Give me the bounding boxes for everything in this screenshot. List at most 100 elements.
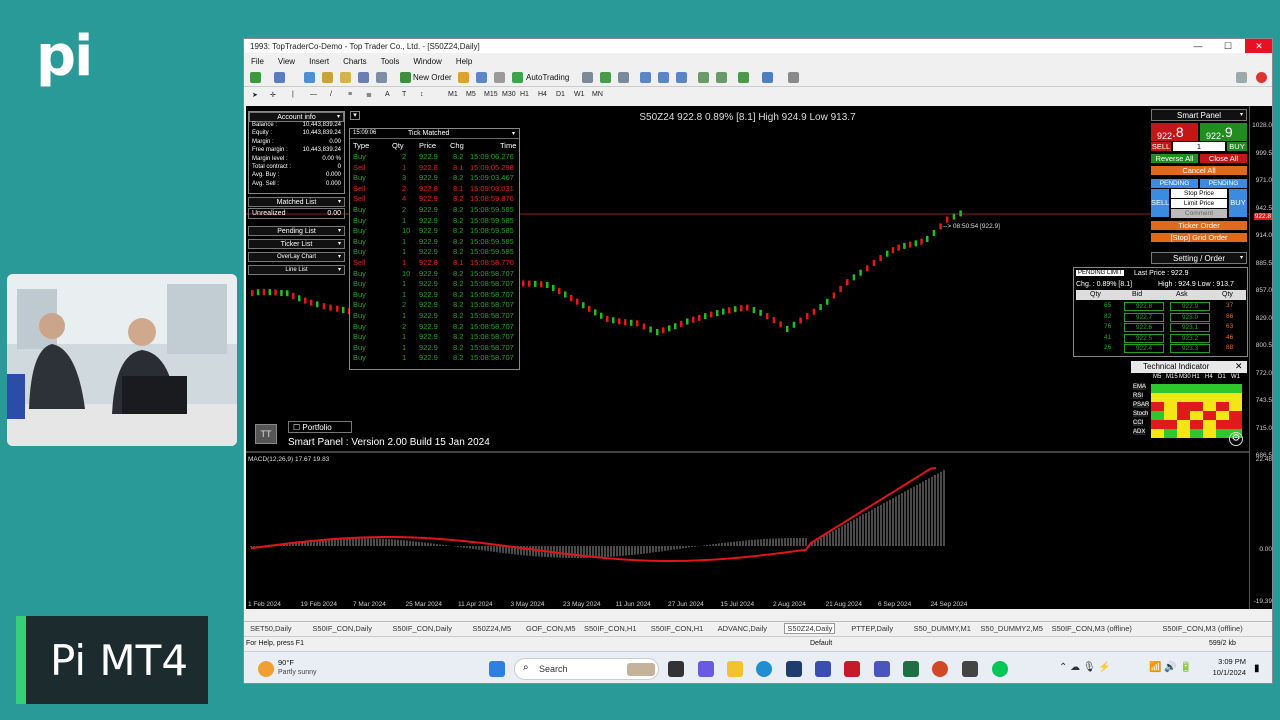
store-icon[interactable] [786,661,802,677]
chart-tab[interactable]: ADVANC,Daily [718,624,767,633]
powerpoint-icon[interactable] [932,661,948,677]
pending-buy-button[interactable]: PENDING [1200,179,1247,188]
notification-icon[interactable] [1256,72,1267,83]
maximize-button[interactable]: ☐ [1214,39,1242,53]
chart-tab[interactable]: S50Z24,M5 [472,624,511,633]
comment-input[interactable]: Comment [1171,209,1227,218]
fibonacci-icon[interactable]: ≣ [366,91,372,99]
gear-icon[interactable]: ⚙ [1229,432,1243,446]
pending-sell-button[interactable]: PENDING [1151,179,1198,188]
ask-price[interactable]: 923.1 [1170,323,1210,332]
notification-bell-icon[interactable]: ▮ [1254,663,1260,674]
auto-scroll-icon[interactable] [716,72,727,83]
channel-icon[interactable]: ≡ [348,91,352,98]
setting-order-dropdown[interactable]: Setting / Order [1151,252,1247,264]
chart-tab[interactable]: S50IF_CON,M3 (offline) [1162,624,1242,633]
signals-icon[interactable] [476,72,487,83]
panel-toggle-button[interactable]: ▾ [350,111,360,120]
chart-tab[interactable]: S50IF_CON,Daily [392,624,452,633]
bid-price[interactable]: 922.4 [1124,344,1164,353]
line-app-icon[interactable] [992,661,1008,677]
ask-price[interactable]: 923.3 [1170,344,1210,353]
timeframe-mn[interactable]: MN [592,91,603,98]
pending-sell-side[interactable]: SELL [1151,189,1169,217]
copilot-icon[interactable] [698,661,714,677]
quantity-input[interactable]: 1 [1173,142,1225,151]
price-chart[interactable]: 1 Feb 2024 19 Feb 2024 7 Mar 2024 25 Mar 20… [246,106,1249,609]
indicators-icon[interactable] [738,72,749,83]
bid-price[interactable]: 922.5 [1124,333,1164,343]
periods-icon[interactable] [762,72,773,83]
reverse-all-button[interactable]: Reverse All [1151,154,1198,163]
task-view-icon[interactable] [668,661,684,677]
portfolio-button[interactable]: ☐ Portfolio [288,421,352,433]
network-volume-icons[interactable]: 📶 🔊 🔋 [1149,662,1192,673]
cursor-icon[interactable]: ➤ [252,91,258,99]
new-chart-icon[interactable] [250,72,261,83]
timeframe-m15[interactable]: M15 [484,91,498,98]
pending-buy-side[interactable]: BUY [1229,189,1247,217]
chart-tab[interactable]: S50IF_CON,H1 [584,624,637,633]
menu-help[interactable]: Help [449,54,479,66]
menu-file[interactable]: File [244,54,271,66]
timeframe-m1[interactable]: M1 [448,91,458,98]
text-label-icon[interactable]: T [402,91,406,98]
stop-price-input[interactable]: Stop Price [1171,189,1227,198]
menu-insert[interactable]: Insert [302,54,336,66]
ask-price[interactable]: 923.0 [1170,312,1210,322]
excel-icon[interactable] [903,661,919,677]
timeframe-w1[interactable]: W1 [574,91,585,98]
autotrading-icon[interactable] [512,72,523,83]
bar-chart-icon[interactable] [582,72,593,83]
mt4-icon[interactable] [962,661,978,677]
pending-limit-badge[interactable]: PENDING LIMIT [1076,270,1125,276]
chart-tab[interactable]: S50_DUMMY,M1 [914,624,971,633]
timeframe-d1[interactable]: D1 [556,91,565,98]
timeframe-m30[interactable]: M30 [502,91,516,98]
buy-button[interactable]: BUY [1227,142,1247,151]
zoom-out-icon[interactable] [658,72,669,83]
menu-tools[interactable]: Tools [374,54,407,66]
metaeditor-icon[interactable] [458,72,469,83]
trendline-icon[interactable]: / [330,91,332,98]
templates-icon[interactable] [788,72,799,83]
bid-price[interactable]: 922.6 [1124,323,1164,332]
new-order-icon[interactable] [400,72,411,83]
terminal-icon[interactable] [358,72,369,83]
ask-price[interactable]: 923.2 [1170,333,1210,343]
bid-price[interactable]: 922.8 [1124,302,1164,311]
minimize-button[interactable]: — [1184,39,1212,53]
account-info-dropdown[interactable]: Account info [249,112,344,122]
weather-icon[interactable] [258,661,274,677]
menu-view[interactable]: View [271,54,302,66]
tick-matched-header[interactable]: 15:09:06 Tick Matched ▾ [350,129,519,139]
smart-panel-dropdown[interactable]: Smart Panel [1151,109,1247,121]
ticker-list-dropdown[interactable]: Ticker List [248,239,345,249]
data-window-icon[interactable] [322,72,333,83]
autotrading-button[interactable]: AutoTrading [526,73,569,82]
tile-windows-icon[interactable] [676,72,687,83]
new-order-button[interactable]: New Order [413,73,452,82]
buy-price-box[interactable]: 922.9 [1200,123,1247,141]
chart-tab[interactable]: S50IF_CON,Daily [312,624,372,633]
bid-price[interactable]: 922.7 [1124,312,1164,322]
chart-tab[interactable]: S50IF_CON,M3 (offline) [1052,624,1132,633]
menu-charts[interactable]: Charts [336,54,374,66]
chart-tab[interactable]: S50Z24,Daily [784,623,836,634]
crosshair-icon[interactable]: ✛ [270,91,276,99]
market-icon[interactable] [494,72,505,83]
candlestick-icon[interactable] [600,72,611,83]
search-icon[interactable] [1236,72,1247,83]
menu-window[interactable]: Window [406,54,448,66]
profiles-icon[interactable] [274,72,285,83]
zoom-in-icon[interactable] [640,72,651,83]
search-box[interactable]: ⌕ Search [514,658,659,680]
pending-list-dropdown[interactable]: Pending List [248,226,345,236]
overlay-chart-dropdown[interactable]: OverLay Chart [248,252,345,262]
chart-tab[interactable]: GOF_CON,M5 [526,624,576,633]
line-chart-icon[interactable] [618,72,629,83]
tray-icons[interactable]: ⌃ ☁ 🎙 ⚡ [1059,662,1111,673]
cancel-all-button[interactable]: Cancel All [1151,166,1247,175]
file-explorer-icon[interactable] [727,661,743,677]
close-button[interactable]: ✕ [1245,39,1272,53]
